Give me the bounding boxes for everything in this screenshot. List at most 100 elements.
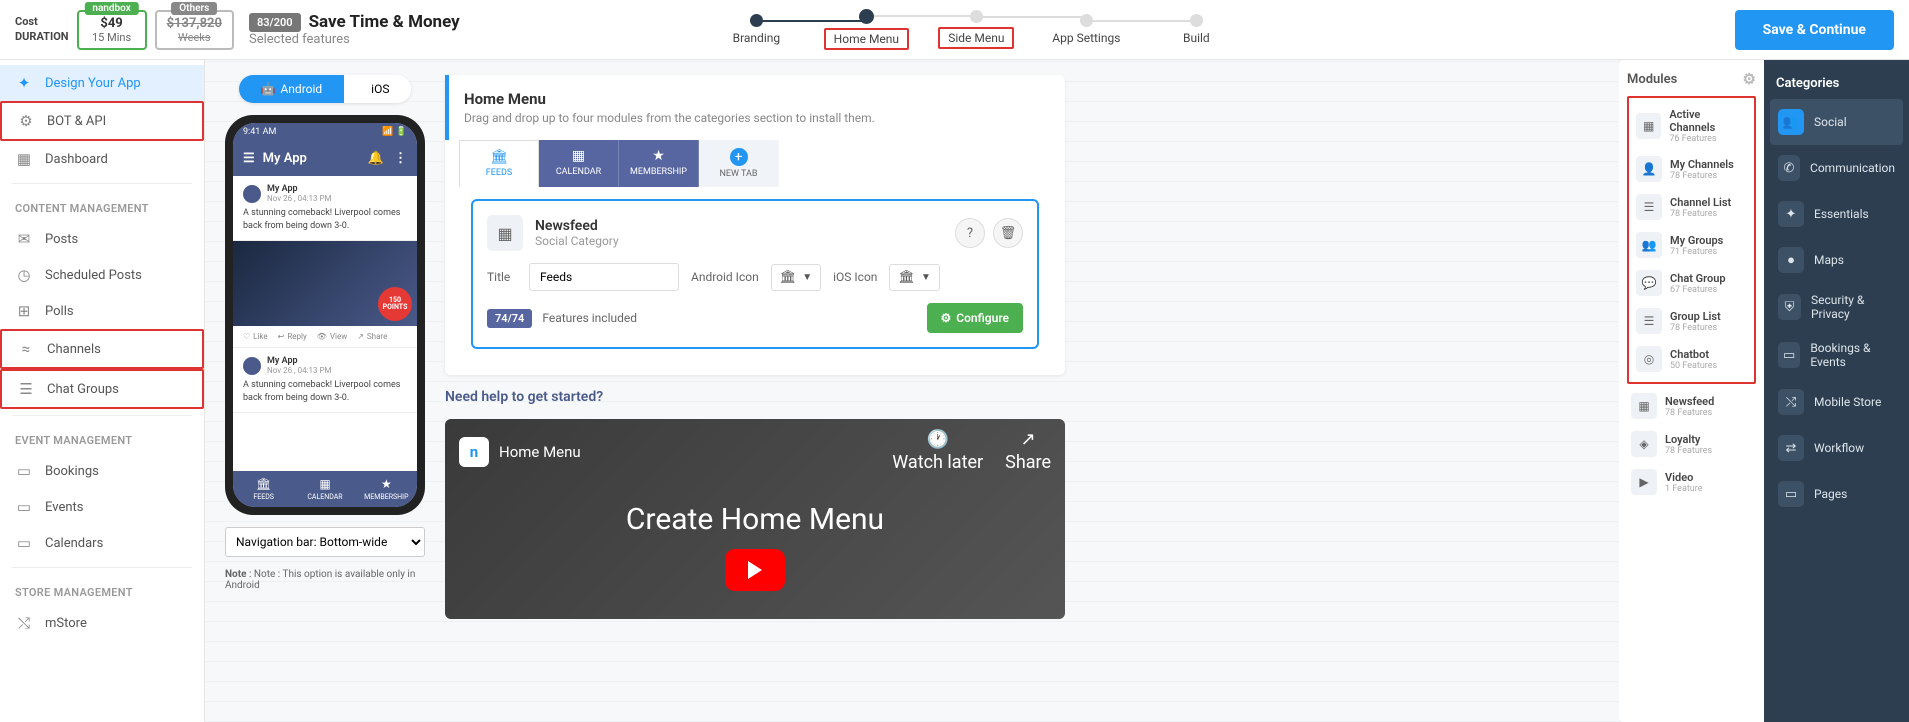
mod-feat: 78 Features (1670, 209, 1731, 219)
sidebar-item-scheduled[interactable]: ◷Scheduled Posts (0, 257, 204, 293)
ios-icon-select[interactable]: 🏛▼ (889, 264, 939, 291)
post-actions: ♡ Like ↩ Reply 👁 View ↗ Share (233, 326, 417, 348)
module-channel-list[interactable]: ☰Channel List78 Features (1632, 188, 1751, 226)
tab-calendar[interactable]: ▦CALENDAR (539, 140, 619, 187)
step-home-menu[interactable]: Home Menu (811, 9, 921, 50)
help-video[interactable]: n Home Menu 🕐Watch later ↗Share Create H… (445, 419, 1065, 619)
modules-settings-icon[interactable]: ⚙ (1743, 70, 1756, 88)
module-my-groups[interactable]: 👥My Groups71 Features (1632, 226, 1751, 264)
cost-label: Cost DURATION (15, 15, 69, 44)
module-video[interactable]: ▶Video1 Feature (1627, 463, 1756, 501)
sidebar-label: Chat Groups (47, 382, 119, 397)
category-essentials[interactable]: ✦Essentials (1770, 191, 1903, 237)
categories-title: Categories (1770, 68, 1903, 99)
sidebar-label: Bookings (45, 464, 99, 479)
tab-feeds[interactable]: 🏛FEEDS (459, 140, 539, 187)
step-build[interactable]: Build (1141, 14, 1251, 45)
dashboard-icon: ▦ (15, 150, 33, 168)
configure-button[interactable]: ⚙Configure (927, 303, 1023, 333)
android-icon-select[interactable]: 🏛▼ (771, 264, 821, 291)
sidebar-item-dashboard[interactable]: ▦ Dashboard (0, 141, 204, 177)
bot-icon: ⚙ (17, 112, 35, 130)
step-app-settings[interactable]: App Settings (1031, 14, 1141, 45)
module-group-list[interactable]: ☰Group List78 Features (1632, 302, 1751, 340)
category-maps[interactable]: ●Maps (1770, 237, 1903, 283)
help-button[interactable]: ? (955, 218, 985, 248)
clock-icon: 🕐 (892, 429, 983, 450)
sidebar-item-posts[interactable]: ✉Posts (0, 221, 204, 257)
watch-later[interactable]: 🕐Watch later (892, 429, 983, 475)
mod-name: Group List (1670, 310, 1721, 323)
sidebar-item-design[interactable]: ✦Design Your App (0, 65, 204, 101)
module-my-channels[interactable]: 👤My Channels78 Features (1632, 150, 1751, 188)
title-input[interactable] (529, 263, 679, 291)
mod-feat: 78 Features (1670, 323, 1721, 333)
category-security[interactable]: ⛨Security & Privacy (1770, 283, 1903, 331)
module-loyalty[interactable]: ◈Loyalty78 Features (1627, 425, 1756, 463)
bank-icon: 🏛 (780, 270, 797, 285)
post-time: Nov 26 , 04:13 PM (267, 194, 332, 203)
others-price: $137,820 (167, 16, 222, 31)
category-social[interactable]: 👥Social (1770, 99, 1903, 145)
phone-icon: ✆ (1778, 155, 1800, 181)
section-store-mgmt: STORE MANAGEMENT (0, 574, 204, 605)
chevron-down-icon: ▼ (921, 272, 931, 283)
mod-name: Chat Group (1670, 272, 1726, 285)
category-workflow[interactable]: ⇄Workflow (1770, 425, 1903, 471)
category-mobile-store[interactable]: ⤭Mobile Store (1770, 379, 1903, 425)
mod-name: My Channels (1670, 158, 1734, 171)
social-modules-group: ▦Active Channels76 Features 👤My Channels… (1627, 96, 1756, 384)
grid-icon: ▦ (1631, 393, 1657, 419)
play-button[interactable] (725, 549, 785, 591)
tab-new[interactable]: +NEW TAB (699, 140, 779, 187)
cart-icon: ⤭ (1778, 389, 1804, 415)
category-bookings[interactable]: ▭Bookings & Events (1770, 331, 1903, 379)
android-button[interactable]: 🤖Android (239, 75, 345, 103)
share-video[interactable]: ↗Share (1005, 429, 1051, 475)
sidebar-item-events[interactable]: ▭Events (0, 489, 204, 525)
chevron-down-icon: ▼ (802, 272, 812, 283)
module-chat-group[interactable]: 💬Chat Group67 Features (1632, 264, 1751, 302)
tab-membership[interactable]: ★MEMBERSHIP (619, 140, 699, 187)
like-action: ♡ Like (243, 332, 268, 341)
navigation-bar-select[interactable]: Navigation bar: Bottom-wide (225, 527, 425, 557)
pin-icon: ● (1778, 247, 1804, 273)
others-price-box: Others $137,820 Weeks (155, 10, 234, 50)
nandbox-price-box: nandbox $49 15 Mins (77, 10, 147, 50)
post-body: A stunning comeback! Liverpool comes bac… (243, 207, 407, 232)
step-branding[interactable]: Branding (701, 14, 811, 45)
android-icon: 🤖 (261, 82, 276, 96)
module-icon: ▦ (487, 215, 523, 251)
sidebar-item-channels[interactable]: ≈Channels (0, 329, 204, 369)
sidebar-item-bot-api[interactable]: ⚙BOT & API (0, 101, 204, 141)
sidebar-item-calendars[interactable]: ▭Calendars (0, 525, 204, 561)
sidebar-item-chat-groups[interactable]: ☰Chat Groups (0, 369, 204, 409)
sidebar-label: Events (45, 500, 83, 515)
phone-post: My AppNov 26 , 04:13 PM A stunning comeb… (233, 176, 417, 241)
plus-icon: + (730, 148, 748, 166)
sidebar-item-bookings[interactable]: ▭ Bookings (0, 453, 204, 489)
cat-label: Workflow (1814, 441, 1864, 455)
sidebar-item-mstore[interactable]: ⤭mStore (0, 605, 204, 641)
mod-name: My Groups (1670, 234, 1723, 247)
mod-feat: 78 Features (1670, 171, 1734, 181)
ticket-icon: ▭ (15, 462, 33, 480)
sidebar-item-polls[interactable]: ⊞Polls (0, 293, 204, 329)
mod-feat: 78 Features (1665, 446, 1712, 456)
chat-icon: 💬 (1636, 270, 1662, 296)
save-continue-button[interactable]: Save & Continue (1735, 10, 1894, 50)
phone-app-header: ☰ My App 🔔⋮ (233, 141, 417, 176)
ios-button[interactable]: iOS (344, 75, 411, 103)
tab-calendar: ▦CALENDAR (294, 477, 355, 501)
delete-button[interactable]: 🗑 (993, 218, 1023, 248)
left-sidebar: ✦Design Your App ⚙BOT & API ▦ Dashboard C… (0, 60, 205, 722)
category-communication[interactable]: ✆Communication (1770, 145, 1903, 191)
cost-line1: Cost (15, 15, 69, 29)
category-pages[interactable]: ▭Pages (1770, 471, 1903, 517)
mod-feat: 1 Feature (1665, 484, 1703, 494)
module-chatbot[interactable]: ◎Chatbot50 Features (1632, 340, 1751, 378)
sidebar-label: Dashboard (45, 152, 108, 167)
module-newsfeed[interactable]: ▦Newsfeed78 Features (1627, 387, 1756, 425)
module-active-channels[interactable]: ▦Active Channels76 Features (1632, 102, 1751, 150)
android-icon-label: Android Icon (691, 270, 759, 284)
